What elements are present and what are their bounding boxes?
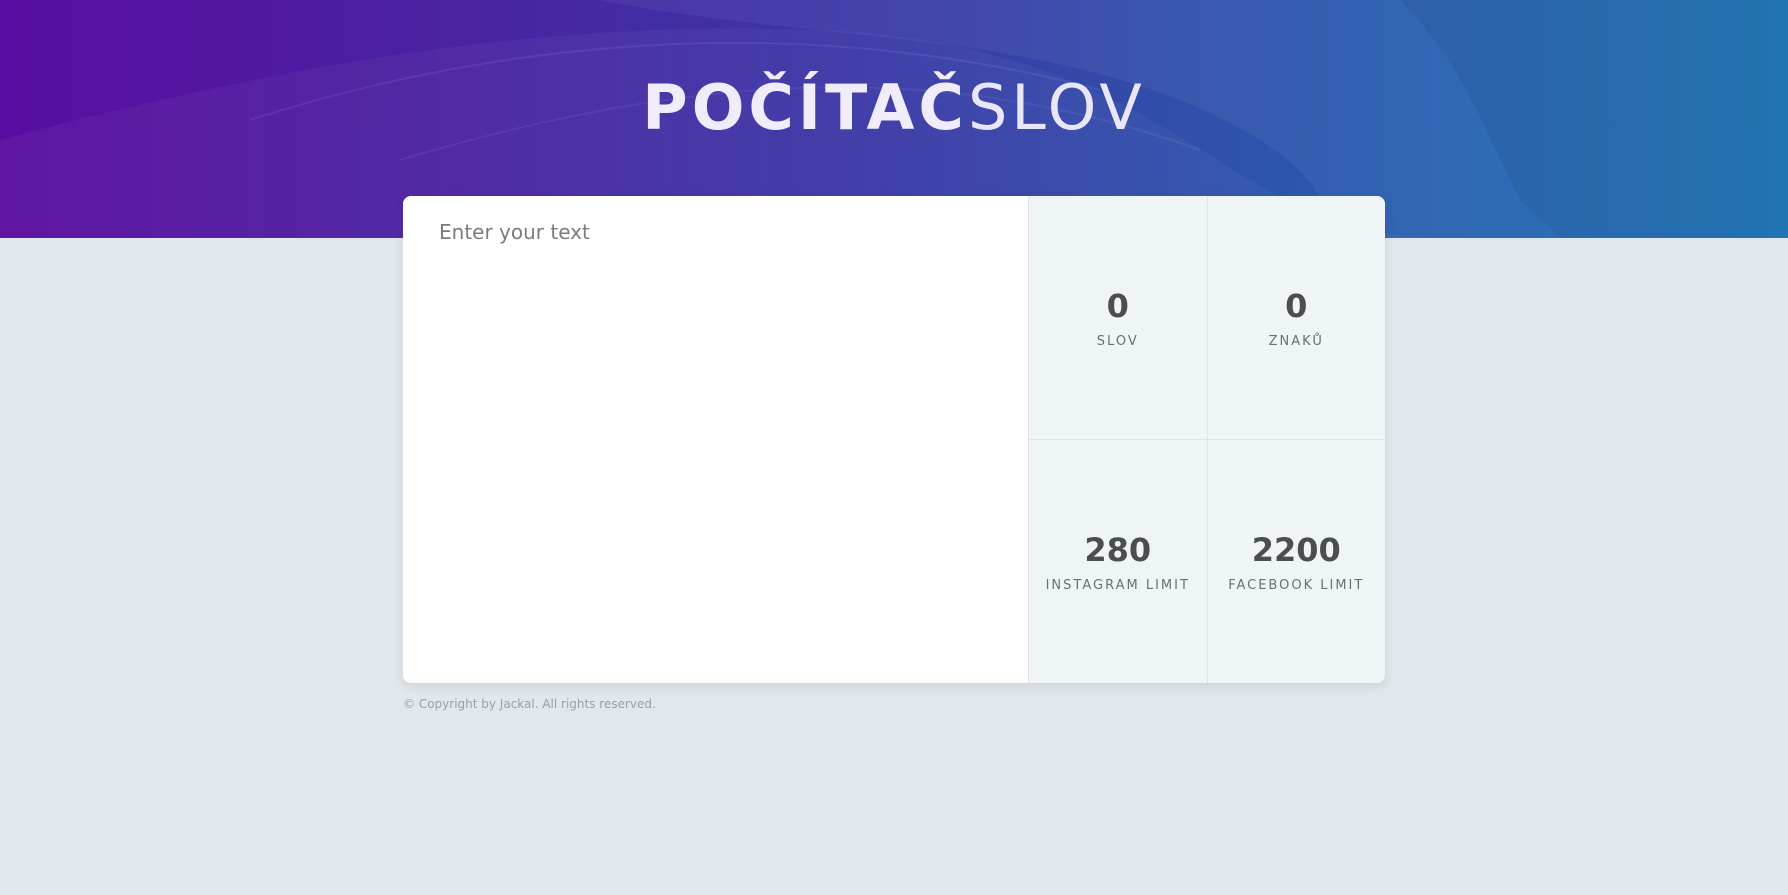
text-input[interactable] — [403, 196, 1028, 683]
title-bold-part: POČÍTAČ — [642, 71, 968, 144]
instagram-limit-count: 280 — [1084, 530, 1152, 569]
characters-label: ZNAKŮ — [1268, 333, 1324, 349]
counter-card: 0 SLOV 0 ZNAKŮ 280 INSTAGRAM LIMIT 2200 … — [403, 196, 1385, 683]
stat-facebook-limit: 2200 FACEBOOK LIMIT — [1206, 439, 1386, 683]
stat-words: 0 SLOV — [1028, 196, 1207, 440]
facebook-limit-count: 2200 — [1251, 530, 1341, 569]
stat-characters: 0 ZNAKŮ — [1206, 196, 1385, 440]
instagram-limit-label: INSTAGRAM LIMIT — [1045, 577, 1190, 593]
page-title: POČÍTAČSLOV — [0, 68, 1788, 148]
stats-panel: 0 SLOV 0 ZNAKŮ 280 INSTAGRAM LIMIT 2200 … — [1028, 196, 1385, 683]
words-count: 0 — [1106, 286, 1129, 325]
words-label: SLOV — [1096, 333, 1139, 349]
title-light-part: SLOV — [967, 71, 1146, 144]
facebook-limit-label: FACEBOOK LIMIT — [1228, 577, 1365, 593]
characters-count: 0 — [1285, 286, 1308, 325]
copyright-footer: © Copyright by Jackal. All rights reserv… — [403, 697, 656, 711]
stat-instagram-limit: 280 INSTAGRAM LIMIT — [1028, 439, 1207, 683]
